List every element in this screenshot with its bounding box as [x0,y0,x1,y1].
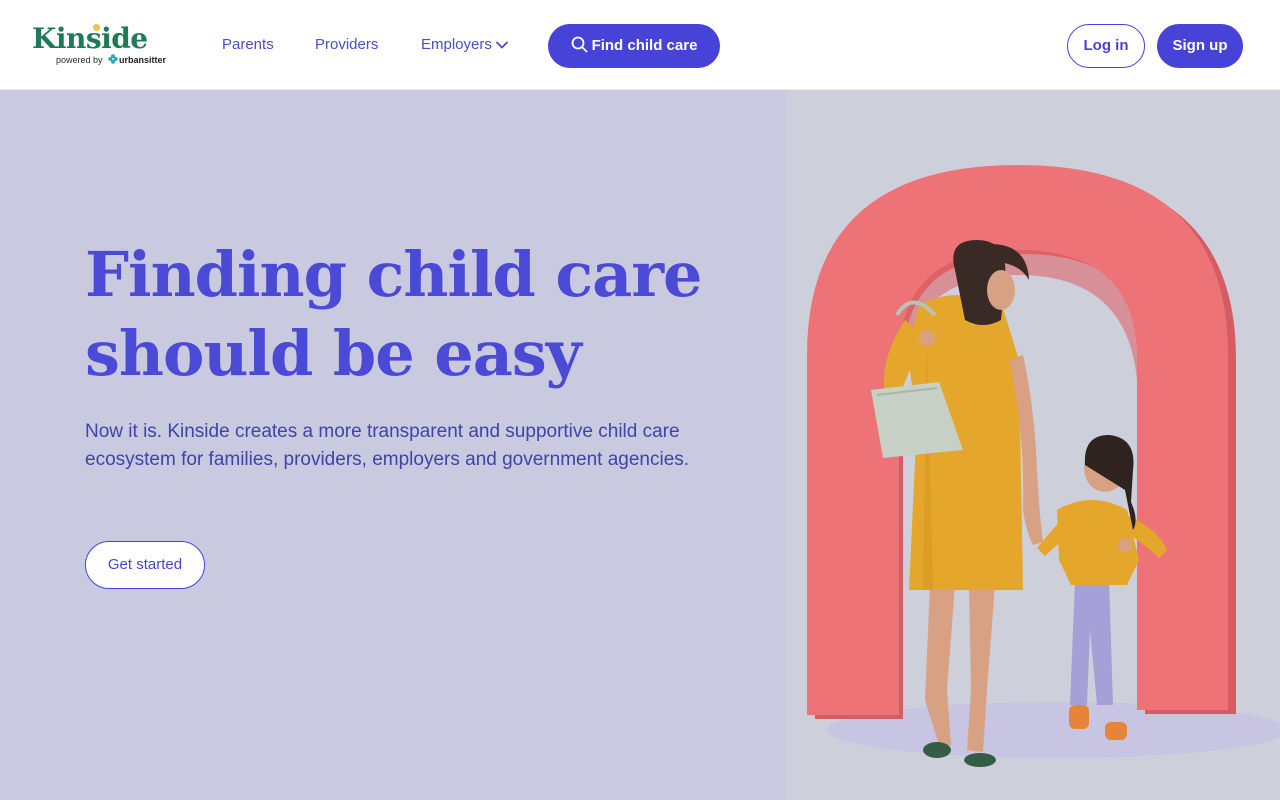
search-icon [571,36,587,53]
urbansitter-flower-icon [108,54,118,64]
kinside-logo[interactable]: Kinside powered by urbansitter [32,22,182,68]
urbansitter-text: urbansitter [119,55,167,65]
get-started-button[interactable]: Get started [85,541,205,589]
nav-providers[interactable]: Providers [315,32,378,58]
nav-employers[interactable]: Employers [421,32,508,58]
find-child-care-label: Find child care [591,37,698,54]
hero-title-line-1: Finding child care [85,238,702,311]
powered-by-text: powered by [56,55,103,65]
nav-parents[interactable]: Parents [222,32,274,58]
site-header: Kinside powered by urbansitter Parents P… [0,0,1280,90]
hero-title: Finding child care should be easy [85,235,725,393]
logo-powered-by: powered by urbansitter [56,54,166,66]
mother-daughter-arch-illustration [807,165,1280,767]
signup-button[interactable]: Sign up [1157,24,1243,68]
logo-dot [93,24,100,31]
hero-description: Now it is. Kinside creates a more transp… [85,421,690,470]
hero-title-line-2: should be easy [85,317,582,390]
chevron-down-icon [495,41,508,49]
nav-employers-label: Employers [421,36,492,53]
find-child-care-button[interactable]: Find child care [548,24,720,68]
login-button[interactable]: Log in [1067,24,1145,68]
hero-section: Finding child care should be easy Now it… [0,90,1280,800]
hero-image [787,90,1280,800]
logo-wordmark: Kinside [32,22,148,55]
